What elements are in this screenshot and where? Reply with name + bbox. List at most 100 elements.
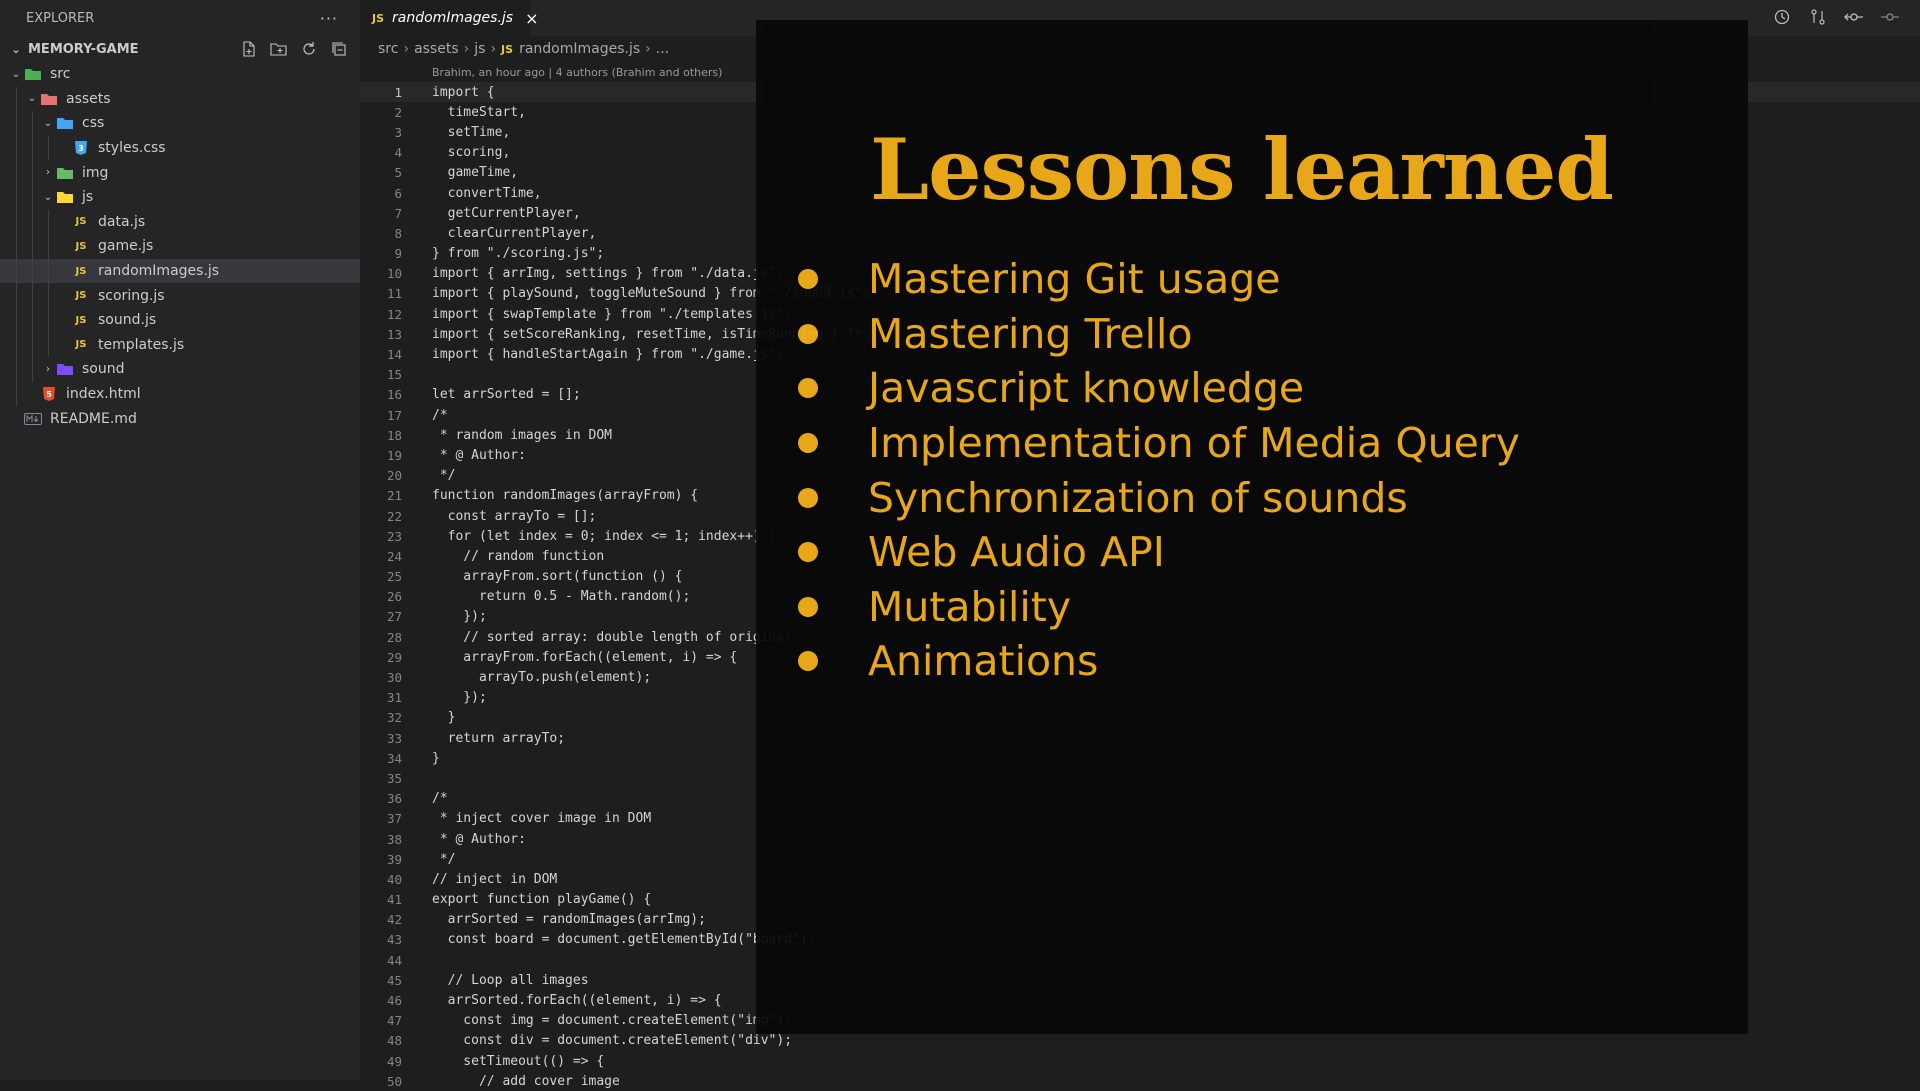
line-number: 31 <box>386 690 402 706</box>
js-file-icon: JS <box>372 11 385 25</box>
md-file-icon <box>24 411 42 427</box>
breadcrumb-item-assets[interactable]: assets <box>414 41 459 57</box>
tree-folder[interactable]: ⌄ src <box>0 62 360 87</box>
indent-guide <box>16 184 17 210</box>
close-tab-icon[interactable]: × <box>525 9 538 28</box>
compare-changes-icon[interactable] <box>1808 6 1828 28</box>
chevron-down-icon: ⌄ <box>11 68 21 80</box>
line-number: 38 <box>386 831 402 847</box>
tree-file[interactable]: JS randomImages.js <box>0 258 360 284</box>
timeline-history-icon[interactable] <box>1772 6 1792 28</box>
code-text: arrSorted = randomImages(arrImg); <box>432 912 706 928</box>
line-number: 47 <box>386 1013 402 1029</box>
folder-icon <box>56 115 74 131</box>
new-folder-icon[interactable] <box>270 40 288 58</box>
next-revision-icon[interactable] <box>1880 6 1900 28</box>
collapse-all-icon[interactable] <box>330 40 348 58</box>
lessons-list: Mastering Git usage Mastering Trello Javas… <box>798 252 1520 689</box>
code-text: const img = document.createElement("img"… <box>432 1013 793 1029</box>
project-name: MEMORY-GAME <box>28 41 139 57</box>
tab-label: randomImages.js <box>392 10 514 26</box>
tree-file[interactable]: JS sound.js <box>0 307 360 333</box>
line-number: 16 <box>386 387 402 403</box>
tree-file[interactable]: 5 index.html <box>0 381 360 407</box>
line-number: 33 <box>386 730 402 746</box>
indent-guide <box>48 234 49 259</box>
code-text: timeStart, <box>432 104 526 120</box>
code-text: for (let index = 0; index <= 1; index++)… <box>432 528 777 544</box>
new-file-icon[interactable] <box>240 40 258 58</box>
line-number: 8 <box>394 225 402 241</box>
line-number: 44 <box>386 952 402 968</box>
tree-item-label: assets <box>66 90 111 107</box>
line-number: 13 <box>386 326 402 342</box>
code-text: clearCurrentPlayer, <box>432 225 597 241</box>
html-file-icon: 5 <box>40 386 58 402</box>
line-number: 25 <box>386 569 402 585</box>
breadcrumb-item-file[interactable]: randomImages.js <box>519 41 640 57</box>
tab-randomimages-js[interactable]: JS randomImages.js × <box>360 0 539 36</box>
tree-file[interactable]: JS game.js <box>0 234 360 259</box>
tree-folder[interactable]: › img <box>0 160 360 185</box>
breadcrumb-separator-icon: › <box>463 41 470 57</box>
lesson-text: Animations <box>868 637 1099 686</box>
tree-folder[interactable]: ⌄ assets <box>0 86 360 112</box>
folder-icon <box>56 361 74 377</box>
lesson-text: Web Audio API <box>868 528 1165 577</box>
code-text: } from "./scoring.js"; <box>432 246 605 262</box>
breadcrumb-item-js[interactable]: js <box>474 41 485 57</box>
chevron-down-icon: ⌄ <box>43 117 53 129</box>
breadcrumb-separator-icon: › <box>490 41 497 57</box>
line-number: 46 <box>386 993 402 1009</box>
tree-file[interactable]: README.md <box>0 406 360 431</box>
lesson-bullet: Synchronization of sounds <box>798 470 1520 525</box>
folder-icon <box>40 91 58 107</box>
indent-guide <box>32 160 33 185</box>
tree-folder[interactable]: ⌄ css <box>0 111 360 136</box>
line-number: 14 <box>386 347 402 363</box>
file-tree: ⌄ src ⌄ assets ⌄ css 3 styles.css › img ⌄ js JS data.… <box>0 62 360 431</box>
js-file-icon: JS <box>75 339 87 351</box>
folder-icon <box>24 66 42 82</box>
code-text: arrSorted.forEach((element, i) => { <box>432 993 722 1009</box>
code-text: import { arrImg, settings } from "./data… <box>432 266 785 282</box>
folder-icon <box>56 189 74 205</box>
previous-revision-icon[interactable] <box>1844 6 1864 28</box>
indent-guide <box>32 307 33 333</box>
lesson-text: Synchronization of sounds <box>868 473 1408 522</box>
code-text: }); <box>432 609 487 625</box>
bullet-dot-icon <box>798 651 818 672</box>
line-number: 23 <box>386 528 402 544</box>
line-number: 36 <box>386 791 402 807</box>
refresh-icon[interactable] <box>300 40 318 58</box>
indent-guide <box>48 209 49 235</box>
chevron-down-icon: ⌄ <box>43 191 53 203</box>
project-section-header[interactable]: ⌄ MEMORY-GAME <box>0 36 360 62</box>
line-number: 2 <box>394 104 402 120</box>
line-number: 40 <box>386 871 402 887</box>
line-number: 30 <box>386 670 402 686</box>
tree-file[interactable]: JS scoring.js <box>0 283 360 308</box>
indent-guide <box>32 135 33 161</box>
tree-item-label: README.md <box>50 410 137 427</box>
tree-file[interactable]: JS data.js <box>0 209 360 235</box>
indent-guide <box>32 184 33 210</box>
breadcrumb-item-symbols[interactable]: ... <box>656 41 669 57</box>
tree-folder[interactable]: › sound <box>0 357 360 382</box>
more-actions-icon[interactable]: ··· <box>320 9 338 28</box>
line-number: 12 <box>386 306 402 322</box>
indent-guide <box>32 357 33 382</box>
breadcrumb-item-src[interactable]: src <box>378 41 398 57</box>
line-number: 5 <box>394 165 402 181</box>
tree-item-label: sound.js <box>98 312 157 329</box>
js-file-icon: JS <box>75 216 87 228</box>
tree-file[interactable]: JS templates.js <box>0 332 360 358</box>
indent-guide <box>16 160 17 185</box>
tree-file[interactable]: 3 styles.css <box>0 135 360 161</box>
code-text: export function playGame() { <box>432 892 652 908</box>
tree-folder[interactable]: ⌄ js <box>0 184 360 210</box>
indent-guide <box>16 86 17 112</box>
code-text: // sorted array: double length of origin… <box>432 629 793 645</box>
line-number: 7 <box>394 205 402 221</box>
svg-text:3: 3 <box>78 144 84 153</box>
